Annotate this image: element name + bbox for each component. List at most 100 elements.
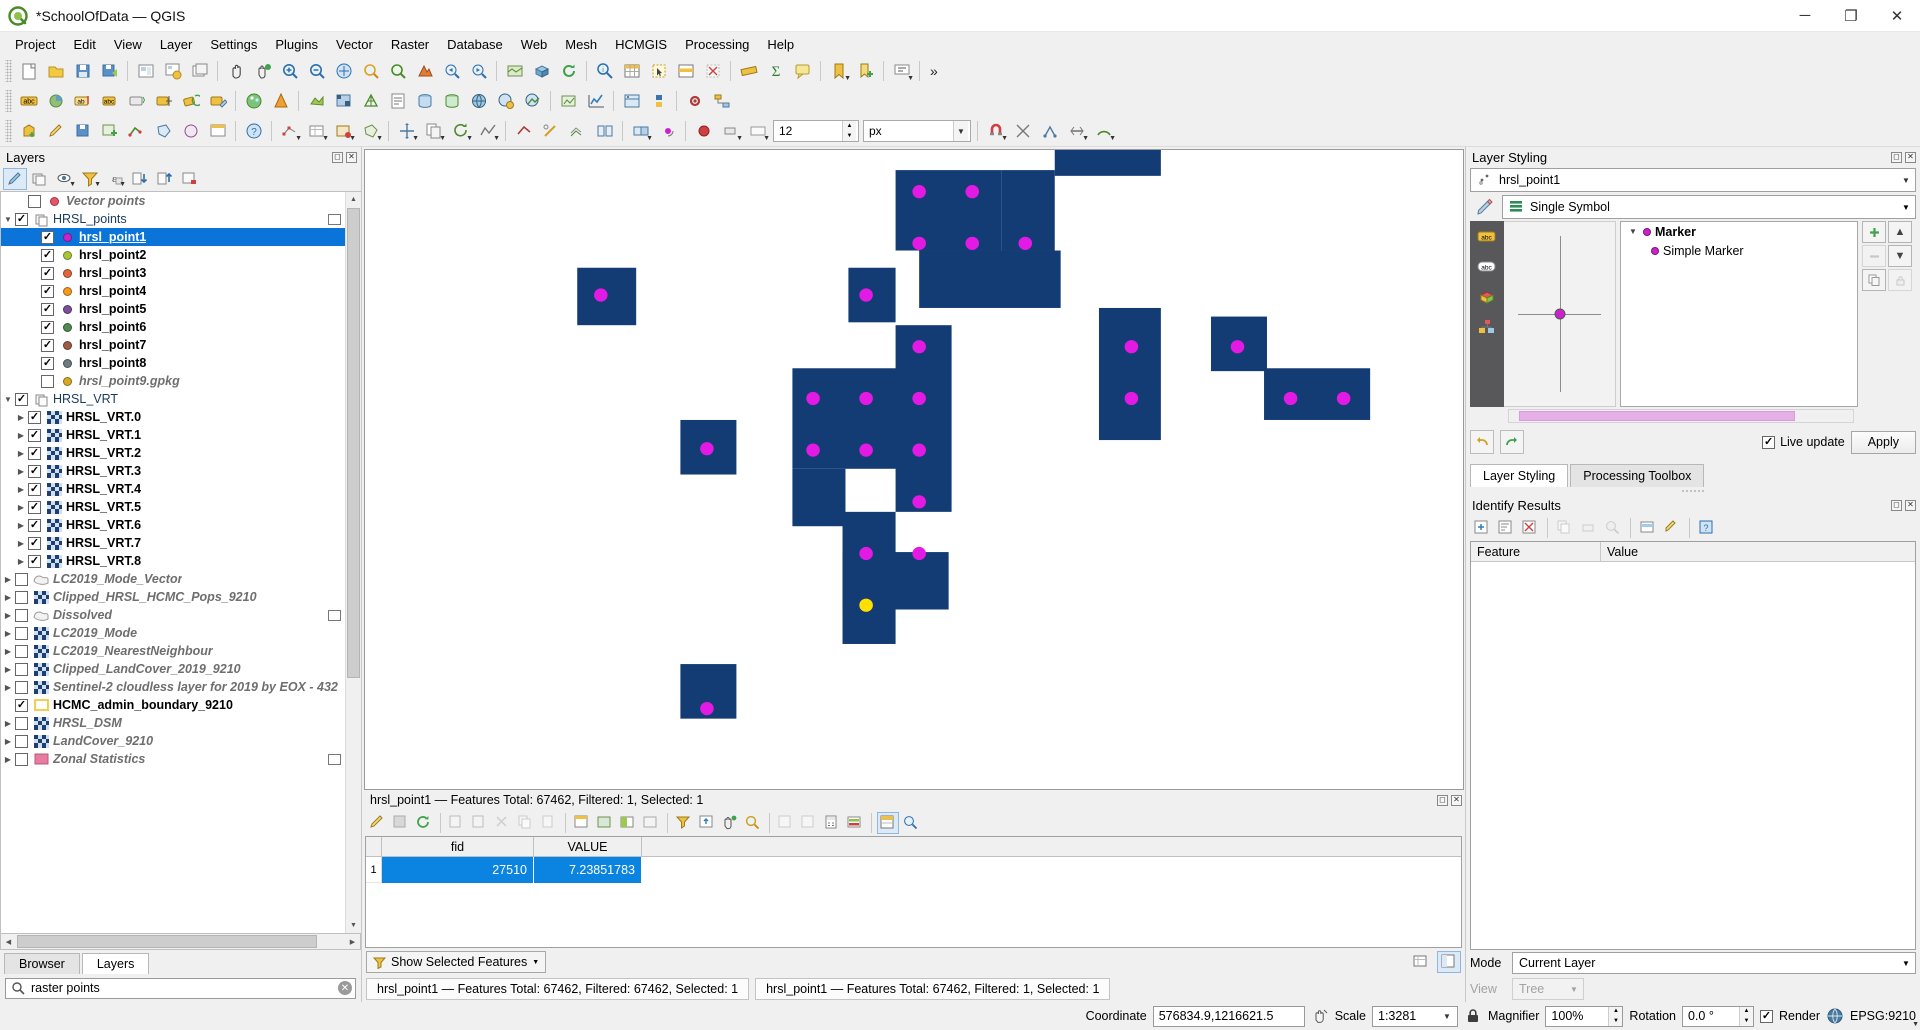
layer-visibility-checkbox[interactable] <box>28 194 41 208</box>
avoid-overlap-button[interactable]: ▼ <box>1063 118 1090 144</box>
filter-expression-button[interactable] <box>673 812 695 834</box>
identify-mode-combo[interactable]: Current Layer ▼ <box>1512 952 1916 974</box>
add-wcs-button[interactable] <box>492 88 519 114</box>
layer-visibility-checkbox[interactable]: ✓ <box>15 698 28 712</box>
coordinate-field[interactable]: 576834.9,1216621.5 <box>1152 1005 1305 1027</box>
modify-attributes-button[interactable]: ▼ <box>303 118 330 144</box>
toolbar-grip[interactable] <box>5 90 12 112</box>
point-feature[interactable] <box>912 236 926 250</box>
column-header-value[interactable]: VALUE <box>534 837 642 856</box>
layer-tree-item[interactable]: ▶ ✓ HRSL_VRT.1 <box>1 426 345 444</box>
snapping-toggle-button[interactable]: ▼ <box>982 118 1009 144</box>
layer-visibility-checkbox[interactable] <box>15 608 28 622</box>
print-results-button[interactable] <box>1578 517 1600 539</box>
undo-style-button[interactable] <box>1470 430 1494 454</box>
manage-map-themes-button[interactable]: ▼ <box>53 168 77 190</box>
save-project-button[interactable] <box>69 58 96 84</box>
filter-input[interactable] <box>29 980 338 996</box>
layer-tree-item[interactable]: ✓ hrsl_point4 <box>1 282 345 300</box>
statistical-summary-button[interactable]: Σ <box>762 58 789 84</box>
layer-styling-close-button[interactable]: ✕ <box>1905 151 1916 163</box>
3d-view-tab-icon[interactable] <box>1476 287 1498 307</box>
point-feature[interactable] <box>912 340 926 354</box>
maximize-button[interactable]: ❐ <box>1828 0 1874 32</box>
point-feature[interactable] <box>594 288 608 302</box>
layer-visibility-checkbox[interactable]: ✓ <box>28 446 41 460</box>
refresh-button[interactable] <box>555 58 582 84</box>
paste-features-button[interactable] <box>538 812 560 834</box>
add-feature-row-button[interactable] <box>446 812 468 834</box>
scroll-left-arrow[interactable]: ◀ <box>1 938 16 946</box>
point-feature[interactable] <box>912 495 926 509</box>
add-delimited-text-button[interactable] <box>384 88 411 114</box>
point-feature[interactable] <box>859 546 873 561</box>
menu-layer[interactable]: Layer <box>151 34 202 55</box>
open-data-source-manager-button[interactable] <box>618 88 645 114</box>
filter-legend-button[interactable]: ▼ <box>78 168 102 190</box>
layer-tree-item[interactable]: ▶ Dissolved <box>1 606 345 624</box>
digitizing-settings-button[interactable]: ▼ <box>330 118 357 144</box>
add-mesh-layer-button[interactable] <box>357 88 384 114</box>
toggle-editing-mode-button[interactable] <box>367 812 389 834</box>
column-header-fid[interactable]: fid <box>382 837 534 856</box>
symbol-size-spinner[interactable]: ▲ ▼ <box>842 121 856 141</box>
scroll-thumb[interactable] <box>1519 411 1795 421</box>
snap-settings-button[interactable] <box>1009 118 1036 144</box>
map-tips-button[interactable] <box>789 58 816 84</box>
styling-layer-combo[interactable]: hrsl_point1 ▼ <box>1470 168 1916 192</box>
duplicate-symbol-layer-button[interactable] <box>1862 269 1886 291</box>
highlight-features-button[interactable]: ▼ <box>1637 517 1919 1028</box>
layer-tree-item[interactable]: ▶ ✓ HRSL_VRT.8 <box>1 552 345 570</box>
simplify-feature-button[interactable]: ▼ <box>474 118 501 144</box>
zoom-to-selection-button[interactable] <box>357 58 384 84</box>
close-button[interactable]: ✕ <box>1874 0 1920 32</box>
layer-tree-item[interactable]: ▶ ✓ HRSL_VRT.0 <box>1 408 345 426</box>
new-print-layout-button[interactable] <box>132 58 159 84</box>
point-feature[interactable] <box>1124 391 1139 406</box>
identify-settings-button[interactable] <box>1661 517 1683 539</box>
symbol-tree-row-marker[interactable]: ▼ Marker <box>1621 222 1857 241</box>
layer-visibility-checkbox[interactable]: ✓ <box>28 410 41 424</box>
shape-digitizing-button[interactable]: ▼ <box>357 118 384 144</box>
cell-fid[interactable]: 27510 <box>382 857 534 883</box>
chevron-right-icon[interactable]: ▶ <box>14 557 28 566</box>
layer-visibility-checkbox[interactable]: ✓ <box>28 500 41 514</box>
chevron-down-icon[interactable]: ▼ <box>1627 227 1639 236</box>
rotation-spinner[interactable]: 0.0 ° ▲ ▼ <box>1681 1005 1754 1027</box>
redo-style-button[interactable] <box>1500 430 1524 454</box>
expand-all-button[interactable] <box>128 168 152 190</box>
layer-visibility-checkbox[interactable]: ✓ <box>28 482 41 496</box>
apply-button[interactable]: Apply <box>1850 430 1916 454</box>
copy-features-button[interactable] <box>515 812 537 834</box>
zoom-to-layer-button[interactable] <box>384 58 411 84</box>
attribute-table-grid[interactable]: fid VALUE 1 27510 7.23851783 <box>365 836 1462 948</box>
point-feature[interactable] <box>1018 236 1033 250</box>
collapse-all-button[interactable] <box>153 168 177 190</box>
pan-to-selection-button[interactable] <box>249 58 276 84</box>
label-layer-button[interactable]: abc <box>15 88 42 114</box>
tab-layer-styling[interactable]: Layer Styling <box>1470 464 1569 487</box>
add-raster-layer-button[interactable] <box>330 88 357 114</box>
chevron-right-icon[interactable]: ▶ <box>14 449 28 458</box>
layer-visibility-checkbox[interactable]: ✓ <box>15 212 28 226</box>
magnifier-spin-arrows[interactable]: ▲ ▼ <box>1608 1006 1623 1026</box>
scroll-down-arrow[interactable]: ▼ <box>346 918 361 933</box>
menu-plugins[interactable]: Plugins <box>266 34 327 55</box>
deselect-all-button[interactable] <box>640 812 662 834</box>
style-manager-button[interactable] <box>240 88 267 114</box>
layer-tree-item[interactable]: ▶ Sentinel-2 cloudless layer for 2019 by … <box>1 678 345 696</box>
table-view-button[interactable] <box>1409 951 1433 973</box>
toggle-form-view-button[interactable] <box>877 812 899 834</box>
change-label-button[interactable] <box>204 88 231 114</box>
layer-visibility-checkbox[interactable] <box>15 662 28 676</box>
chevron-right-icon[interactable]: ▶ <box>1 593 15 602</box>
layer-tree-item[interactable]: hrsl_point9.gpkg <box>1 372 345 390</box>
diagram-layer-button[interactable] <box>42 88 69 114</box>
remove-symbol-layer-button[interactable] <box>1862 245 1886 267</box>
add-wms-button[interactable] <box>465 88 492 114</box>
layer-indicator-badge[interactable] <box>328 753 341 765</box>
minimize-button[interactable]: ─ <box>1782 0 1828 32</box>
layer-tree-item[interactable]: ✓ hrsl_point7 <box>1 336 345 354</box>
select-by-value-button[interactable] <box>672 58 699 84</box>
menu-settings[interactable]: Settings <box>201 34 266 55</box>
